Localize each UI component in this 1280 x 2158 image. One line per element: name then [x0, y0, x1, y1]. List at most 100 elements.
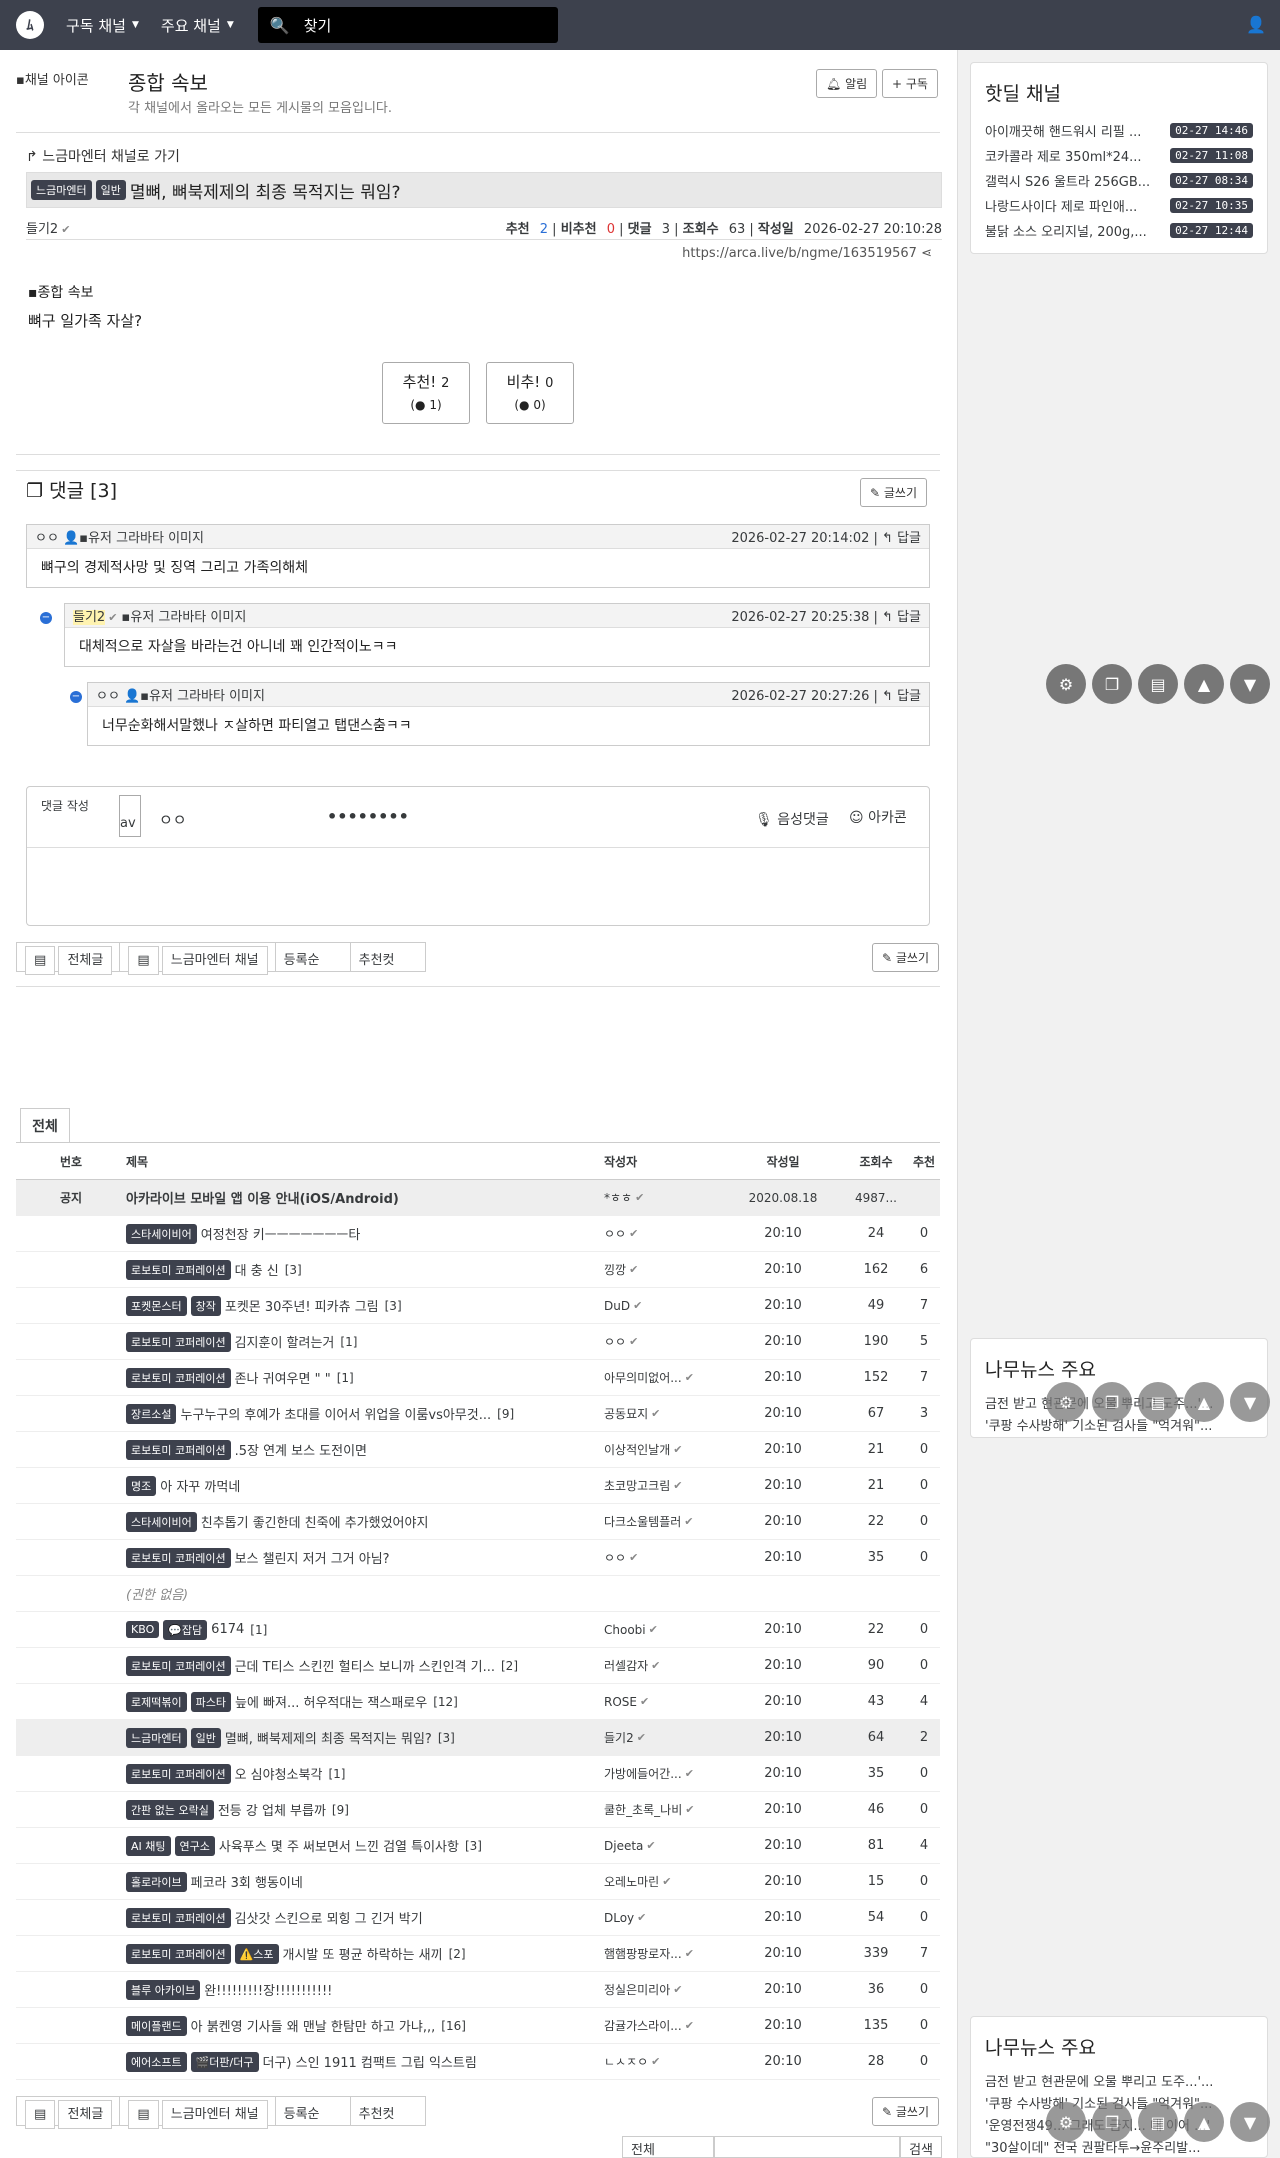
- row-title[interactable]: 아카라이브 모바일 앱 이용 안내(iOS/Android): [126, 1180, 604, 1215]
- tab-order-registered[interactable]: 등록순: [274, 2096, 351, 2126]
- tab-channel[interactable]: ▤ 느금마엔터 채널: [119, 2096, 276, 2129]
- row-author[interactable]: Djeeta ✔: [604, 1828, 728, 1863]
- row-author[interactable]: 쿨한_초록_나비 ✔: [604, 1792, 728, 1827]
- category-badge[interactable]: 로보토미 코퍼레이션: [126, 1943, 231, 1964]
- category-badge[interactable]: 스타세이비어: [126, 1223, 197, 1244]
- row-author[interactable]: 정실은미리아 ✔: [604, 1972, 728, 2007]
- table-row[interactable]: 로제떡볶이 파스타 늪에 빠져... 허우적대는 잭스패로우 [12] ROSE ✔ 20:…: [16, 1684, 940, 1720]
- copy-icon[interactable]: ❐: [1092, 2102, 1132, 2142]
- category-badge[interactable]: 파스타: [190, 1691, 231, 1712]
- row-author[interactable]: 가방에들어간... ✔: [604, 1756, 728, 1791]
- main-channels-dropdown[interactable]: 주요 채널 ▼: [161, 15, 234, 36]
- row-author[interactable]: ㅇㅇ ✔: [604, 1216, 728, 1251]
- alarm-button[interactable]: 🔔︎ 알림: [816, 69, 878, 98]
- tab-all[interactable]: 전체: [20, 1108, 70, 1142]
- row-author[interactable]: ㅇㅇ ✔: [604, 1324, 728, 1359]
- news-item[interactable]: 금전 받고 현관문에 오물 뿌리고 도주...'...: [985, 2072, 1253, 2094]
- table-row[interactable]: 간판 없는 오락실 전등 강 업체 부릅까 [9] 쿨한_초록_나비 ✔ 20:10 46 0: [16, 1792, 940, 1828]
- table-row[interactable]: 포켓몬스터 창작 포켓몬 30주년! 피카츄 그림 [3] DuD ✔ 20:10 49 7: [16, 1288, 940, 1324]
- table-row[interactable]: 홀로라이브 페코라 3회 행동이네 오레노마린 ✔ 20:10 15 0: [16, 1864, 940, 1900]
- row-title[interactable]: 에어소프트 🎬더판/더구 더구) 스인 1911 컴팩트 그립 익스트림: [126, 2044, 604, 2079]
- table-row[interactable]: 메이플랜드 아 붉켄영 기사들 왜 맨날 한탐만 하고 가냐,,, [16] 감귤가스…: [16, 2008, 940, 2044]
- row-author[interactable]: 들기2 ✔: [604, 1720, 728, 1755]
- table-row[interactable]: (권한 없음): [16, 1576, 940, 1612]
- row-title[interactable]: 로보토미 코퍼레이션 ⚠️스포 개시발 또 평균 하락하는 새끼 [2]: [126, 1936, 604, 1971]
- gear-icon[interactable]: ⚙: [1046, 1382, 1086, 1422]
- category-badge[interactable]: AI 채팅: [126, 1835, 171, 1856]
- row-author[interactable]: ROSE ✔: [604, 1684, 728, 1719]
- category-badge[interactable]: KBO: [126, 1621, 160, 1638]
- row-title[interactable]: AI 채팅 연구소 사육푸스 몇 주 써보면서 느낀 검열 특이사항 [3]: [126, 1828, 604, 1863]
- reply-button[interactable]: ↰ 답글: [882, 689, 921, 704]
- category-badge[interactable]: 로보토미 코퍼레이션: [126, 1763, 231, 1784]
- row-author[interactable]: DLoy ✔: [604, 1900, 728, 1935]
- collapse-icon[interactable]: −: [40, 612, 52, 624]
- hotdeal-item[interactable]: 코카콜라 제로 350ml*24... 02-27 11:08: [985, 143, 1253, 168]
- search-input[interactable]: 🔍 찾기: [257, 7, 558, 43]
- comment-textarea[interactable]: [27, 849, 929, 925]
- copy-icon[interactable]: ❐: [1092, 1382, 1132, 1422]
- category-badge[interactable]: 로보토미 코퍼레이션: [126, 1367, 231, 1388]
- article-author[interactable]: 들기2 ✔: [26, 218, 70, 237]
- row-title[interactable]: 홀로라이브 페코라 3회 행동이네: [126, 1864, 604, 1899]
- row-author[interactable]: DuD ✔: [604, 1288, 728, 1323]
- write-button[interactable]: ✎ 글쓰기: [872, 943, 940, 972]
- comment-author[interactable]: ㅇㅇ 👤▪유저 그라바타 이미지: [35, 527, 204, 546]
- voice-comment-button[interactable]: 🎙︎ 음성댓글: [755, 809, 829, 829]
- arrow-down-icon[interactable]: ▼: [1230, 1382, 1270, 1422]
- comment-author[interactable]: ㅇㅇ 👤▪유저 그라바타 이미지: [96, 685, 265, 704]
- category-badge[interactable]: 간판 없는 오락실: [126, 1799, 214, 1820]
- row-title[interactable]: (권한 없음): [126, 1576, 604, 1611]
- hotdeal-item[interactable]: 갤럭시 S26 울트라 256GB... 02-27 08:34: [985, 168, 1253, 193]
- row-author[interactable]: 이상적인날개 ✔: [604, 1432, 728, 1467]
- table-row[interactable]: 로보토미 코퍼레이션 보스 챌린지 저거 그거 아님? ㅇㅇ ✔ 20:10 35 0: [16, 1540, 940, 1576]
- comment-name-input[interactable]: ㅇㅇ: [159, 809, 187, 830]
- notice-row[interactable]: 공지 아카라이브 모바일 앱 이용 안내(iOS/Android) *ㅎㅎ ✔ 2…: [16, 1180, 940, 1216]
- table-row[interactable]: AI 채팅 연구소 사육푸스 몇 주 써보면서 느낀 검열 특이사항 [3] Djeet…: [16, 1828, 940, 1864]
- hotdeal-item[interactable]: 아이깨끗해 핸드워시 리필 ... 02-27 14:46: [985, 118, 1253, 143]
- row-title[interactable]: 로보토미 코퍼레이션 김삿갓 스킨으로 뫼힝 그 긴거 박기: [126, 1900, 604, 1935]
- row-title[interactable]: 포켓몬스터 창작 포켓몬 30주년! 피카츄 그림 [3]: [126, 1288, 604, 1323]
- category-badge[interactable]: 일반: [190, 1727, 221, 1748]
- category-badge[interactable]: 메이플랜드: [126, 2015, 187, 2036]
- row-author[interactable]: 초코망고크림 ✔: [604, 1468, 728, 1503]
- reply-button[interactable]: ↰ 답글: [882, 610, 921, 625]
- user-icon[interactable]: 👤: [1246, 15, 1266, 34]
- write-button[interactable]: ✎ 글쓰기: [872, 2097, 940, 2126]
- row-title[interactable]: 스타세이비어 여정천장 키ㅡㅡㅡㅡㅡㅡㅡ타: [126, 1216, 604, 1251]
- row-title[interactable]: 로보토미 코퍼레이션 .5장 연계 보스 도전이면: [126, 1432, 604, 1467]
- row-author[interactable]: 감귤가스라이... ✔: [604, 2008, 728, 2043]
- table-row[interactable]: 로보토미 코퍼레이션 김삿갓 스킨으로 뫼힝 그 긴거 박기 DLoy ✔ 20:10 5…: [16, 1900, 940, 1936]
- hotdeal-item[interactable]: 나랑드사이다 제로 파인애... 02-27 10:35: [985, 193, 1253, 218]
- table-row[interactable]: 블루 아카이브 완!!!!!!!!!장!!!!!!!!!!! 정실은미리아 ✔ 20:1…: [16, 1972, 940, 2008]
- row-author[interactable]: 아무의미없어... ✔: [604, 1360, 728, 1395]
- row-title[interactable]: 로제떡볶이 파스타 늪에 빠져... 허우적대는 잭스패로우 [12]: [126, 1684, 604, 1719]
- table-row[interactable]: KBO 💬잡담 6174 [1] Choobi ✔ 20:10 22 0: [16, 1612, 940, 1648]
- gear-icon[interactable]: ⚙: [1046, 2102, 1086, 2142]
- copy-icon[interactable]: ❐: [1092, 664, 1132, 704]
- gear-icon[interactable]: ⚙: [1046, 664, 1086, 704]
- document-icon[interactable]: ▤: [1138, 664, 1178, 704]
- row-author[interactable]: ㄴㅅㅈㅇ ✔: [604, 2044, 728, 2079]
- category-badge[interactable]: 🎬더판/더구: [190, 2051, 259, 2072]
- row-title[interactable]: 블루 아카이브 완!!!!!!!!!장!!!!!!!!!!!: [126, 1972, 604, 2007]
- arrow-down-icon[interactable]: ▼: [1230, 2102, 1270, 2142]
- category-badge[interactable]: 홀로라이브: [126, 1871, 187, 1892]
- goto-channel-link[interactable]: ↱ 느금마엔터 채널로 가기: [26, 146, 180, 166]
- row-author[interactable]: 공동묘지 ✔: [604, 1396, 728, 1431]
- row-title[interactable]: 로보토미 코퍼레이션 오 심야청소북각 [1]: [126, 1756, 604, 1791]
- table-row[interactable]: 명조 아 자꾸 까먹네 초코망고크림 ✔ 20:10 21 0: [16, 1468, 940, 1504]
- category-badge[interactable]: 장르소설: [126, 1403, 177, 1424]
- row-title[interactable]: 스타세이비어 친추톱기 좋긴한데 친죽에 추가했었어야지: [126, 1504, 604, 1539]
- row-author[interactable]: [604, 1576, 728, 1611]
- tab-recommended[interactable]: 추천컷: [349, 2096, 426, 2126]
- row-author[interactable]: 오레노마린 ✔: [604, 1864, 728, 1899]
- tab-all-posts[interactable]: ▤ 전체글: [16, 942, 121, 975]
- row-title[interactable]: 명조 아 자꾸 까먹네: [126, 1468, 604, 1503]
- document-icon[interactable]: ▤: [1138, 1382, 1178, 1422]
- table-row[interactable]: 로보토미 코퍼레이션 .5장 연계 보스 도전이면 이상적인날개 ✔ 20:10 21 0: [16, 1432, 940, 1468]
- table-row[interactable]: 느금마엔터 일반 멸뼈, 뼈북제제의 최종 목적지는 뭐임? [3] 들기2 ✔ 20:10…: [16, 1720, 940, 1756]
- arca-logo[interactable]: ﾑ: [16, 11, 44, 39]
- table-row[interactable]: 로보토미 코퍼레이션 김지훈이 할려는거 [1] ㅇㅇ ✔ 20:10 190 5: [16, 1324, 940, 1360]
- row-title[interactable]: 간판 없는 오락실 전등 강 업체 부릅까 [9]: [126, 1792, 604, 1827]
